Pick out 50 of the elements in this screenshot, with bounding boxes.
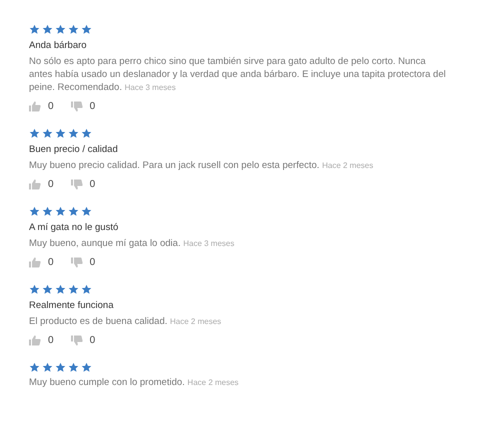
thumbs-up-icon[interactable] [29,257,41,268]
review-text: Muy bueno, aunque mí gata lo odia. Hace 3 meses [29,237,236,250]
review-text: Muy bueno precio calidad. Para un jack rusell con pelo esta perfecto. Hace 2 meses [29,159,374,172]
star-icon [81,206,92,217]
star-icon [42,362,53,373]
thumbs-down-icon[interactable] [70,257,83,268]
like-count: 0 [48,100,54,114]
review-text: No sólo es apto para perro chico sino que también sirve para gato adulto de pelo corto. Nunca antes había usado un deslanador y la verdad que anda bárbaro. E incluye una tapita protectora del peine. Recomendado. Hace 3 meses [29,55,447,94]
star-icon [29,284,40,295]
like-count: 0 [48,256,54,270]
star-icon [68,362,79,373]
thumbs-up-icon[interactable] [29,335,41,346]
review-title: Buen precio / calidad [29,143,119,156]
star-icon [29,206,40,217]
star-icon [81,284,92,295]
star-icon [55,206,66,217]
like-count: 0 [48,334,54,348]
thumbs-up-icon[interactable] [29,101,41,112]
star-icon [55,24,66,35]
star-icon [81,362,92,373]
star-icon [29,362,40,373]
star-icon [68,24,79,35]
like-count: 0 [48,178,54,192]
star-icon [81,24,92,35]
star-icon [55,128,66,139]
star-icon [81,128,92,139]
star-icon [42,284,53,295]
star-icon [55,284,66,295]
review-text: El producto es de buena calidad. Hace 2 meses [29,315,222,328]
thumbs-down-icon[interactable] [70,179,83,190]
review-text: Muy bueno cumple con lo prometido. Hace 2 meses [29,376,240,389]
thumbs-up-icon[interactable] [29,179,41,190]
star-icon [68,284,79,295]
star-icon [29,24,40,35]
star-icon [55,362,66,373]
review-title: Realmente funciona [29,299,114,312]
star-icon [29,128,40,139]
dislike-count: 0 [90,178,96,192]
star-icon [42,24,53,35]
star-icon [68,128,79,139]
review-title: A mí gata no le gustó [29,221,120,234]
star-icon [68,206,79,217]
dislike-count: 0 [90,100,96,114]
thumbs-down-icon[interactable] [70,335,83,346]
star-icon [42,128,53,139]
thumbs-down-icon[interactable] [70,101,83,112]
dislike-count: 0 [90,256,96,270]
review-title: Anda bárbaro [29,39,88,52]
star-icon [42,206,53,217]
dislike-count: 0 [90,334,96,348]
